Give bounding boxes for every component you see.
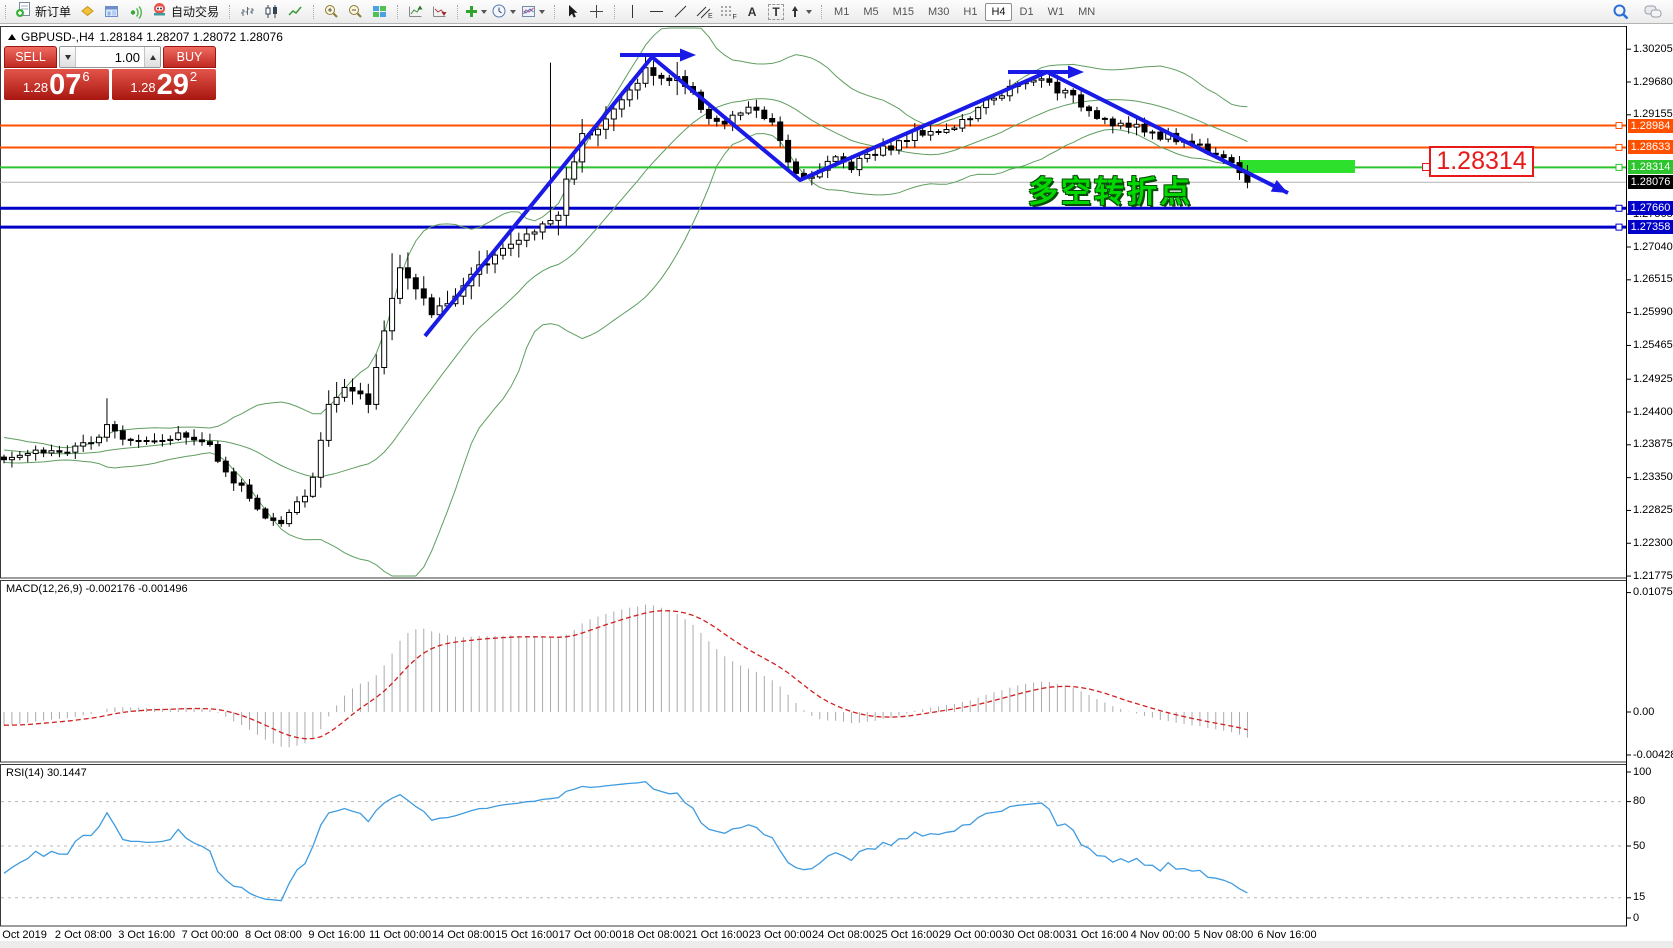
timeframe-m1[interactable]: M1 <box>828 3 855 21</box>
rsi-indicator-label: RSI(14) 30.1447 <box>6 767 87 779</box>
toolbar-group-timeframes: M1M5M15M30H1H4D1W1MN <box>818 1 1105 23</box>
turning-point-annotation[interactable]: 多空转折点 <box>1028 167 1193 211</box>
periods-button[interactable] <box>490 2 519 22</box>
volume-down-button[interactable] <box>60 47 76 67</box>
timeframe-m15[interactable]: M15 <box>887 3 920 21</box>
auto-trading-button[interactable]: 自动交易 <box>147 2 223 22</box>
channel-tool-icon[interactable]: E <box>692 2 716 22</box>
one-click-trade-panel: SELL BUY 1.28 07 6 1.28 29 2 <box>4 46 216 100</box>
cursor-tool-icon[interactable] <box>560 2 584 22</box>
zoom-out-icon[interactable] <box>343 2 367 22</box>
toolbar-group-zoom <box>310 1 394 23</box>
toolbar-group-drawing: E F A T <box>611 1 818 23</box>
buy-button[interactable]: BUY <box>163 46 216 68</box>
timeframe-mn[interactable]: MN <box>1072 3 1101 21</box>
timeframe-h1[interactable]: H1 <box>957 3 983 21</box>
vertical-line-tool-icon[interactable] <box>620 2 644 22</box>
timeframe-m30[interactable]: M30 <box>922 3 955 21</box>
timeframe-m5[interactable]: M5 <box>857 3 884 21</box>
indicator-window-up-icon[interactable] <box>403 2 427 22</box>
buy-price-sup: 2 <box>190 69 197 84</box>
new-order-label: 新订单 <box>35 3 71 20</box>
timeframe-h4[interactable]: H4 <box>985 3 1011 21</box>
buy-price-panel[interactable]: 1.28 29 2 <box>112 69 217 100</box>
main-toolbar: 新订单 自动交易 <box>0 0 1673 24</box>
volume-input[interactable] <box>76 47 144 67</box>
sell-button[interactable]: SELL <box>4 46 57 68</box>
arrows-tool-button[interactable] <box>788 2 815 22</box>
fibonacci-tool-icon[interactable]: F <box>716 2 740 22</box>
toolbar-group-indicator-windows <box>394 1 454 23</box>
symbol-period-label: GBPUSD-,H4 <box>21 30 94 44</box>
text-tool-label: A <box>748 5 757 19</box>
sell-price-big: 07 <box>49 73 81 98</box>
line-chart-icon[interactable] <box>283 2 307 22</box>
sell-price-sup: 6 <box>82 69 89 84</box>
auto-trading-label: 自动交易 <box>171 3 219 20</box>
toolbar-group-cursor <box>551 1 611 23</box>
chart-canvas[interactable] <box>0 0 1673 948</box>
chart-title: GBPUSD-,H4 1.28184 1.28207 1.28072 1.280… <box>8 30 283 44</box>
horizontal-line-tool-icon[interactable] <box>644 2 668 22</box>
search-icon[interactable] <box>1609 2 1633 22</box>
terminal-icon[interactable] <box>99 2 123 22</box>
trendline-tool-icon[interactable] <box>668 2 692 22</box>
arrows-caret-icon <box>806 10 812 14</box>
sell-price-panel[interactable]: 1.28 07 6 <box>4 69 109 100</box>
window-bottom-edge <box>0 941 1673 948</box>
text-label-tool-label: T <box>768 4 783 20</box>
toolbar-group-trade: 新订单 自动交易 <box>2 1 226 23</box>
templates-caret-icon <box>539 10 545 14</box>
volume-up-button[interactable] <box>144 47 160 67</box>
fibo-sub-label: F <box>732 14 736 20</box>
buy-price-small: 1.28 <box>130 80 155 95</box>
candlestick-chart-icon[interactable] <box>259 2 283 22</box>
indicator-window-down-icon[interactable] <box>427 2 451 22</box>
text-tool[interactable]: A <box>740 2 764 22</box>
macd-indicator-label: MACD(12,26,9) -0.002176 -0.001496 <box>6 583 188 595</box>
add-indicator-button[interactable] <box>463 2 490 22</box>
toolbar-right <box>1609 2 1671 22</box>
toolbar-group-chart-type <box>226 1 310 23</box>
channel-sub-label: E <box>708 13 713 20</box>
volume-stepper <box>59 46 161 68</box>
price-callout-box[interactable]: 1.28314 <box>1429 146 1534 177</box>
timeframe-w1[interactable]: W1 <box>1042 3 1071 21</box>
chat-icon[interactable] <box>1641 2 1665 22</box>
templates-button[interactable] <box>519 2 548 22</box>
mt4-window: 新订单 自动交易 <box>0 0 1673 948</box>
gold-icon[interactable] <box>75 2 99 22</box>
buy-price-big: 29 <box>157 73 189 98</box>
volume-up-icon <box>150 55 156 60</box>
periods-caret-icon <box>510 10 516 14</box>
new-order-button[interactable]: 新订单 <box>11 2 75 22</box>
collapse-arrow-icon[interactable] <box>8 34 16 40</box>
zoom-in-icon[interactable] <box>319 2 343 22</box>
volume-down-icon <box>65 55 71 60</box>
auto-trading-icon <box>151 1 168 23</box>
toolbar-group-objects <box>454 1 551 23</box>
add-indicator-caret-icon <box>481 10 487 14</box>
ohlc-values: 1.28184 1.28207 1.28072 1.28076 <box>99 30 283 44</box>
price-callout-anchor <box>1422 163 1430 171</box>
crosshair-tool-icon[interactable] <box>584 2 608 22</box>
new-order-icon <box>15 1 32 23</box>
text-label-tool[interactable]: T <box>764 2 788 22</box>
signals-icon[interactable] <box>123 2 147 22</box>
timeframe-d1[interactable]: D1 <box>1014 3 1040 21</box>
tile-windows-icon[interactable] <box>367 2 391 22</box>
bar-chart-icon[interactable] <box>235 2 259 22</box>
sell-price-small: 1.28 <box>23 80 48 95</box>
